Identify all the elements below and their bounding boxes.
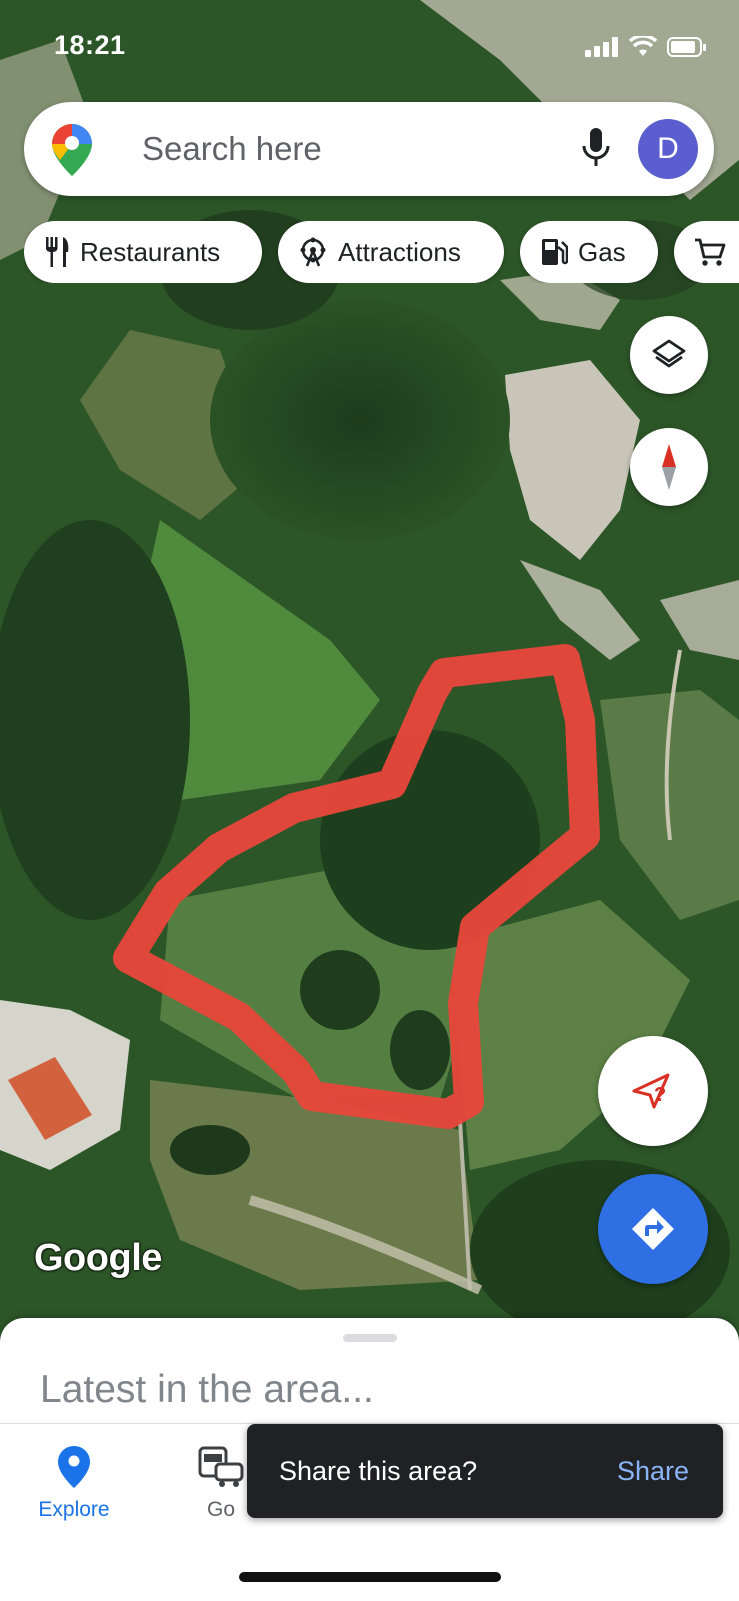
account-avatar[interactable]: D	[638, 119, 698, 179]
map-pin-icon	[58, 1446, 90, 1488]
latest-in-area-title: Latest in the area...	[40, 1368, 374, 1411]
battery-icon	[667, 37, 706, 57]
explore-nearby-button[interactable]: ?	[598, 1036, 708, 1146]
snackbar-message: Share this area?	[279, 1456, 478, 1486]
commute-icon	[198, 1446, 244, 1487]
drag-handle[interactable]	[343, 1334, 397, 1342]
directions-icon	[632, 1208, 674, 1250]
status-time: 18:21	[54, 30, 126, 60]
layers-button[interactable]	[630, 316, 708, 394]
home-indicator[interactable]	[239, 1572, 501, 1582]
search-placeholder[interactable]: Search here	[142, 130, 322, 168]
chip-label: Gas	[578, 236, 626, 267]
chip-shopping[interactable]	[674, 221, 739, 283]
svg-text:?: ?	[654, 1084, 666, 1106]
search-bar[interactable]: Search here D	[24, 102, 714, 196]
cart-icon	[695, 238, 726, 266]
share-area-snackbar: Share this area? Share	[247, 1424, 723, 1518]
google-maps-logo-icon	[52, 124, 92, 176]
nav-explore[interactable]: Explore	[34, 1446, 114, 1522]
layers-icon	[652, 339, 686, 368]
status-bar: 18:21	[0, 28, 739, 68]
compass-icon	[662, 444, 676, 490]
chip-attractions[interactable]: Attractions	[278, 221, 504, 283]
nav-label: Go	[206, 1498, 235, 1521]
chip-label: Attractions	[338, 236, 461, 267]
chip-restaurants[interactable]: Restaurants	[24, 221, 262, 283]
nav-label: Explore	[38, 1498, 110, 1521]
directions-button[interactable]	[598, 1174, 708, 1284]
google-watermark: Google	[34, 1237, 162, 1279]
chip-label: Restaurants	[80, 236, 221, 267]
microphone-icon[interactable]	[581, 128, 611, 170]
compass-button[interactable]	[630, 428, 708, 506]
signal-icon	[585, 37, 618, 57]
wifi-icon	[629, 36, 657, 56]
category-chips: Restaurants Attractions Gas	[24, 221, 739, 283]
ferris-wheel-icon	[300, 237, 326, 267]
gas-pump-icon	[542, 239, 568, 265]
chip-gas[interactable]: Gas	[520, 221, 658, 283]
navigation-question-icon: ?	[632, 1073, 670, 1109]
share-button[interactable]: Share	[617, 1456, 689, 1487]
nav-go[interactable]: Go	[196, 1446, 246, 1522]
fork-knife-icon	[46, 237, 69, 267]
